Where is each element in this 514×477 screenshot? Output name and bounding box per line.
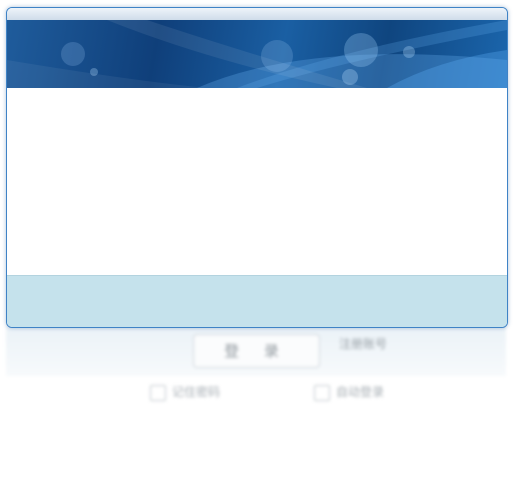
- checkbox-icon: [314, 384, 330, 401]
- register-link[interactable]: 注册账号: [339, 334, 387, 354]
- remember-password-label: 记住密码: [172, 385, 221, 399]
- login-button[interactable]: 登 录: [193, 334, 320, 368]
- auto-login-label: 自动登录: [336, 385, 385, 399]
- checkbox-icon: [150, 384, 166, 401]
- dialog-window: [6, 7, 508, 328]
- banner-decoration-icon: [7, 20, 507, 88]
- remember-password-checkbox[interactable]: 记住密码: [150, 382, 220, 402]
- background-login-form: 登 录 注册账号 记住密码 自动登录: [0, 326, 514, 477]
- title-bar[interactable]: [7, 8, 507, 20]
- screen: 登 录 注册账号 记住密码 自动登录: [0, 0, 514, 477]
- footer-bar: [7, 275, 507, 327]
- content-area: [7, 88, 507, 275]
- header-banner: [7, 20, 507, 90]
- auto-login-checkbox[interactable]: 自动登录: [314, 382, 384, 402]
